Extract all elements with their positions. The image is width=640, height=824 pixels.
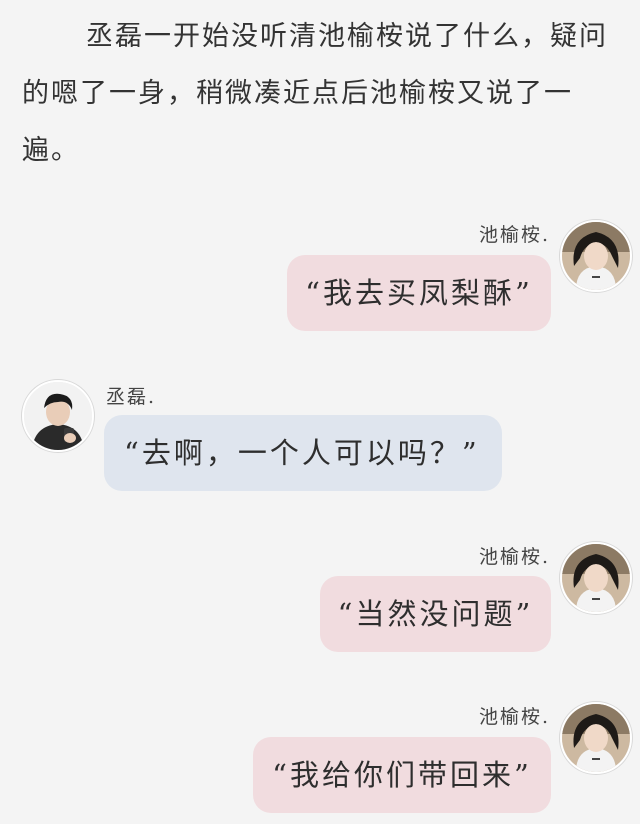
boy-avatar-icon[interactable] xyxy=(22,380,94,452)
message-bubble[interactable]: “我给你们带回来” xyxy=(253,737,551,813)
sender-name: 丞磊. xyxy=(106,386,157,408)
girl-avatar-icon[interactable] xyxy=(560,220,632,292)
girl-avatar-icon[interactable] xyxy=(560,542,632,614)
sender-name: 池榆桉. xyxy=(478,706,550,728)
girl-avatar-icon[interactable] xyxy=(560,702,632,774)
sender-name: 池榆桉. xyxy=(478,224,550,246)
message-bubble[interactable]: “去啊，一个人可以吗？” xyxy=(104,415,502,491)
narration-paragraph: 丞磊一开始没听清池榆桉说了什么，疑问的嗯了一身，稍微凑近点后池榆桉又说了一遍。 xyxy=(22,21,608,166)
message-bubble[interactable]: “我去买凤梨酥” xyxy=(287,255,551,331)
sender-name: 池榆桉. xyxy=(478,546,550,568)
message-bubble[interactable]: “当然没问题” xyxy=(320,576,551,652)
